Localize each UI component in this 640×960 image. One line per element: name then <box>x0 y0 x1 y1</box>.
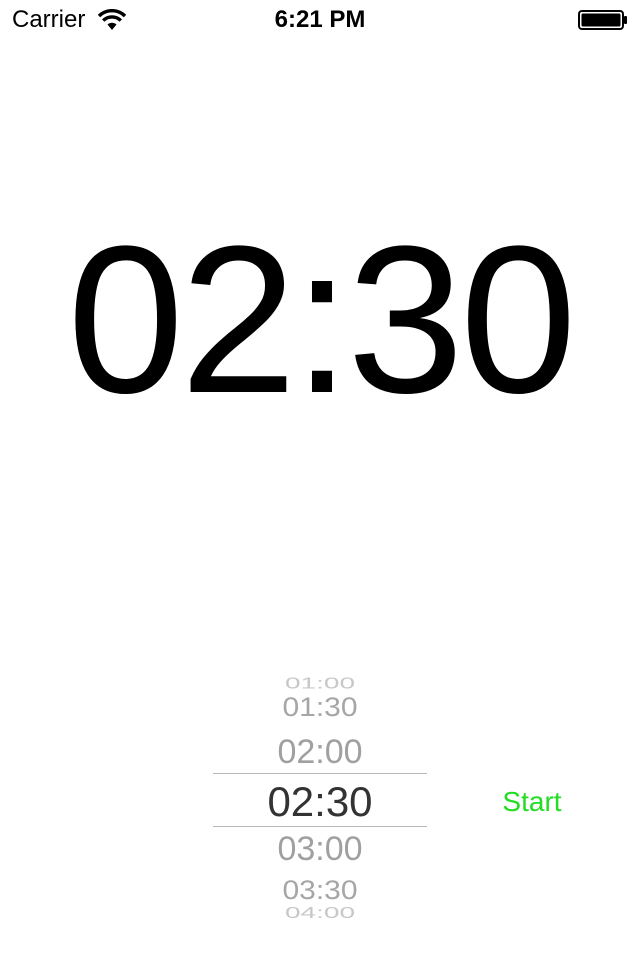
time-picker[interactable]: 01:00 01:30 02:00 02:30 03:00 03:30 04:0… <box>213 660 427 935</box>
battery-icon <box>578 10 627 30</box>
status-bar: Carrier 6:21 PM <box>0 0 640 40</box>
timer-display: 02:30 <box>67 202 577 437</box>
picker-option[interactable]: 02:00 <box>213 730 427 774</box>
status-time: 6:21 PM <box>274 6 366 33</box>
picker-option[interactable]: 01:30 <box>213 690 427 726</box>
picker-option[interactable]: 04:00 <box>213 905 427 922</box>
picker-selection-line-top <box>213 773 427 774</box>
start-button[interactable]: Start <box>470 782 594 822</box>
picker-option[interactable]: 03:00 <box>213 827 427 871</box>
picker-selected-option[interactable]: 02:30 <box>213 777 427 827</box>
